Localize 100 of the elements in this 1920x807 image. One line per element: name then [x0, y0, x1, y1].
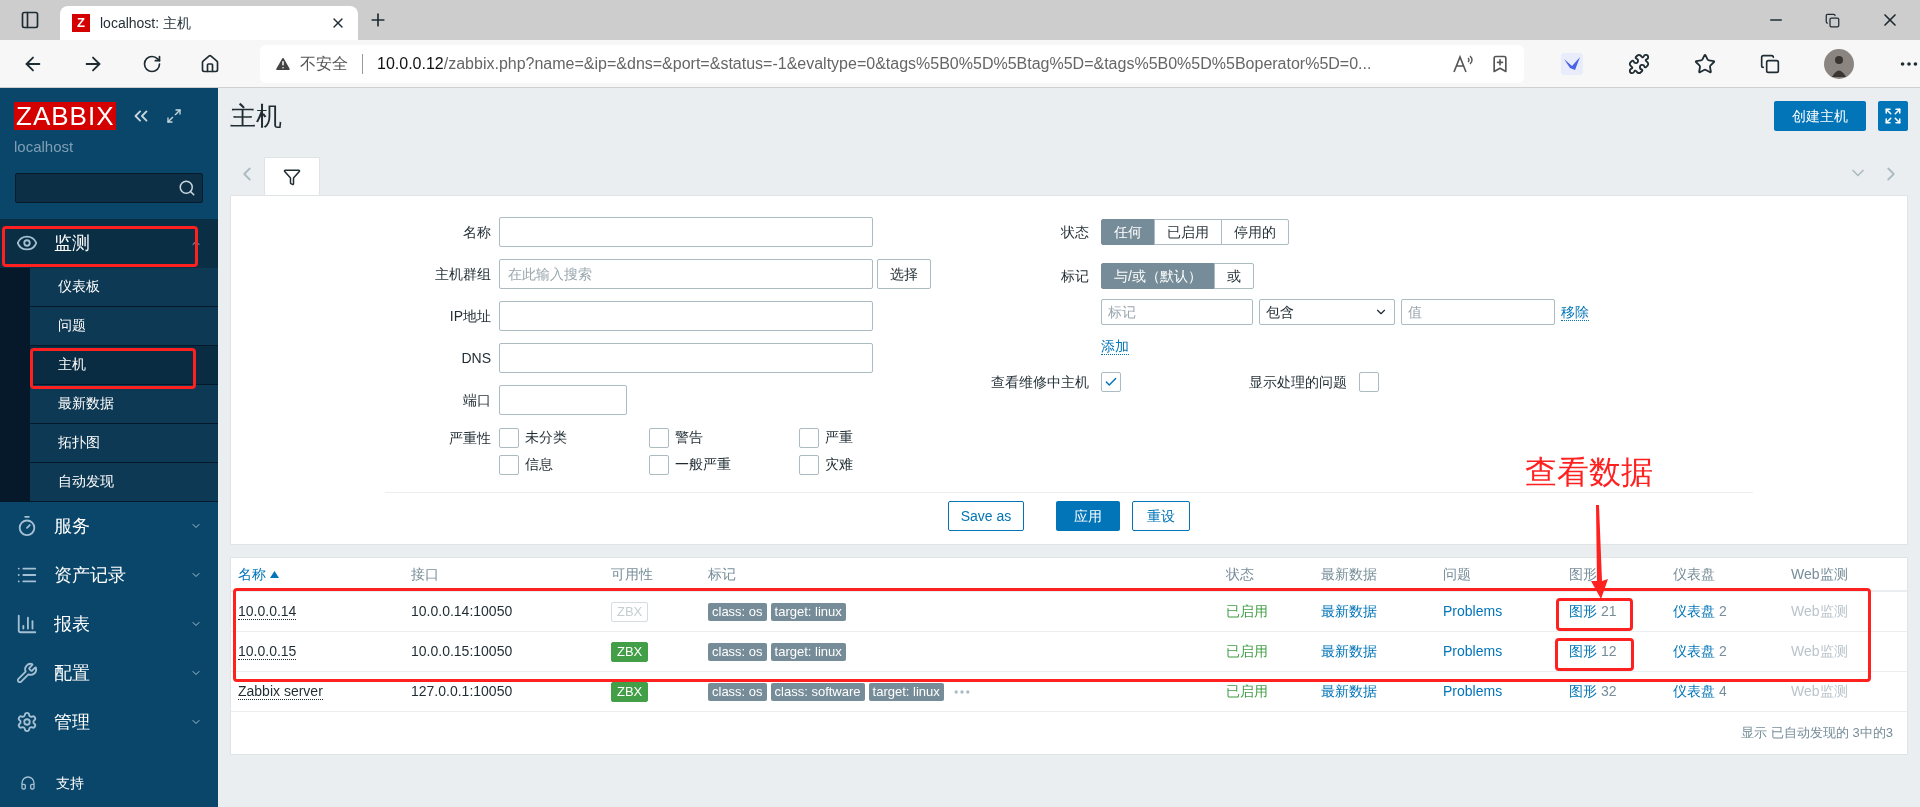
favorites-icon[interactable]: [1694, 52, 1716, 75]
checkbox[interactable]: [649, 427, 669, 448]
column-header[interactable]: 仪表盘: [1673, 563, 1791, 585]
checkbox[interactable]: [649, 454, 669, 475]
tab-actions-icon[interactable]: [20, 10, 40, 30]
fullscreen-button[interactable]: [1878, 101, 1908, 131]
home-icon[interactable]: [200, 53, 220, 74]
latest-data-link[interactable]: 最新数据: [1321, 641, 1443, 662]
segment-button[interactable]: 与/或（默认）: [1101, 263, 1215, 289]
page-title: 主机: [230, 99, 283, 133]
dashboards-link[interactable]: 仪表盘 2: [1673, 641, 1791, 662]
submenu-item[interactable]: 问题: [30, 306, 218, 346]
input-field[interactable]: [499, 385, 627, 415]
menu-icon: [16, 662, 38, 684]
input-field[interactable]: [499, 217, 873, 247]
field-label: 名称: [462, 222, 492, 242]
restore-icon[interactable]: [1825, 12, 1840, 28]
create-host-button[interactable]: 创建主机: [1774, 101, 1866, 131]
tag-field[interactable]: 标记: [1101, 299, 1253, 325]
menu-icon: [16, 711, 38, 733]
browser-tab[interactable]: Z localhost: 主机: [60, 6, 358, 40]
checkbox[interactable]: [499, 454, 519, 475]
host-name-link[interactable]: 10.0.0.15: [238, 643, 297, 660]
column-header[interactable]: 状态: [1226, 563, 1321, 585]
logo[interactable]: ZABBIX: [14, 102, 117, 130]
menu-item[interactable]: 管理: [0, 697, 218, 747]
checkbox-label: 信息: [525, 455, 553, 474]
segment-button[interactable]: 已启用: [1154, 219, 1222, 245]
favorite-add-icon[interactable]: [1490, 53, 1510, 74]
input-field[interactable]: [499, 343, 873, 373]
tag: class: os: [708, 682, 767, 701]
checkbox-label: 严重: [825, 428, 853, 447]
save-as-button[interactable]: Save as: [947, 501, 1025, 531]
menu-item[interactable]: 服务: [0, 501, 218, 551]
column-header[interactable]: 接口: [411, 563, 611, 585]
add-link[interactable]: 添加: [1101, 337, 1129, 355]
expand-icon[interactable]: [166, 108, 183, 124]
dashboards-link[interactable]: 仪表盘 2: [1673, 601, 1791, 622]
host-name-link[interactable]: 10.0.0.14: [238, 603, 297, 620]
web-monitoring-text: Web监测: [1791, 642, 1849, 661]
availability-badge: ZBX: [611, 681, 649, 702]
menu-item[interactable]: 报表: [0, 599, 218, 649]
column-header[interactable]: 名称: [238, 563, 411, 585]
submenu-item[interactable]: 仪表板: [30, 267, 218, 307]
checkbox-label: 一般严重: [675, 455, 731, 474]
graphs-link[interactable]: 图形 12: [1569, 641, 1673, 662]
remove-link[interactable]: 移除: [1561, 303, 1589, 321]
operator-select[interactable]: 包含: [1259, 299, 1395, 325]
segment-button[interactable]: 停用的: [1221, 219, 1289, 245]
input-field[interactable]: 在此输入搜索: [499, 259, 873, 289]
dashboards-link[interactable]: 仪表盘 4: [1673, 681, 1791, 702]
column-header[interactable]: 可用性: [611, 563, 708, 585]
column-header[interactable]: 最新数据: [1321, 563, 1443, 585]
collections-icon[interactable]: [1760, 53, 1780, 74]
reset-button[interactable]: 重设: [1132, 501, 1191, 531]
address-bar[interactable]: 不安全 10.0.0.12/zabbix.php?name=&ip=&dns=&port=&status=-1&evaltype=0&tags%5B0%5D%5Btag%5D=&tags%5B0%5D%5Boperator%5D=0...: [260, 44, 1524, 83]
column-header[interactable]: Web监测: [1791, 563, 1907, 585]
url-text: 10.0.0.12/zabbix.php?name=&ip=&dns=&port=&status=-1&evaltype=0&tags%5B0%5D%5Btag%5D=&tags%5B0%5D%5Boperator%5D=0...: [377, 53, 1373, 74]
column-header[interactable]: 问题: [1443, 563, 1569, 585]
select-button[interactable]: 选择: [877, 259, 931, 289]
apply-button[interactable]: 应用: [1056, 501, 1121, 531]
field-label: DNS: [460, 348, 492, 368]
menu-item[interactable]: 配置: [0, 648, 218, 698]
checkbox[interactable]: [1359, 372, 1379, 392]
checkbox[interactable]: [799, 454, 819, 475]
checkbox[interactable]: [1101, 372, 1121, 392]
segment-button[interactable]: 或: [1213, 263, 1254, 289]
problems-link[interactable]: Problems: [1443, 681, 1569, 702]
column-header[interactable]: 图形: [1569, 563, 1673, 585]
menu-item[interactable]: 支持: [0, 763, 218, 803]
checkbox-label: 警告: [675, 428, 703, 447]
latest-data-link[interactable]: 最新数据: [1321, 601, 1443, 622]
value-field[interactable]: 值: [1401, 299, 1555, 325]
menu-item[interactable]: 资产记录: [0, 550, 218, 600]
checkbox[interactable]: [499, 427, 519, 448]
problems-link[interactable]: Problems: [1443, 601, 1569, 622]
checkbox[interactable]: [799, 427, 819, 448]
check-icon: [1104, 375, 1118, 389]
filter-tab[interactable]: [264, 157, 320, 195]
avatar[interactable]: [1824, 48, 1854, 79]
tag: target: linux: [770, 642, 846, 661]
segment-button[interactable]: 任何: [1101, 219, 1155, 245]
graphs-link[interactable]: 图形 32: [1569, 681, 1673, 702]
latest-data-link[interactable]: 最新数据: [1321, 681, 1443, 702]
input-field[interactable]: [499, 301, 873, 331]
tag: class: software: [770, 682, 865, 701]
host-name-link[interactable]: Zabbix server: [238, 683, 323, 700]
web-monitoring-text: Web监测: [1791, 602, 1849, 621]
graphs-link[interactable]: 图形 21: [1569, 601, 1673, 622]
column-header[interactable]: 标记: [708, 563, 1226, 585]
reload-icon[interactable]: [142, 53, 162, 74]
problems-link[interactable]: Problems: [1443, 641, 1569, 662]
submenu-item[interactable]: 拓扑图: [30, 423, 218, 463]
field-label: IP地址: [448, 306, 492, 326]
checkbox-label: 灾难: [825, 455, 853, 474]
search-icon[interactable]: [178, 178, 196, 197]
submenu-item[interactable]: 自动发现: [30, 462, 218, 502]
search-field[interactable]: [15, 172, 203, 203]
extensions-icon[interactable]: [1628, 52, 1650, 75]
tag: class: os: [708, 642, 767, 661]
